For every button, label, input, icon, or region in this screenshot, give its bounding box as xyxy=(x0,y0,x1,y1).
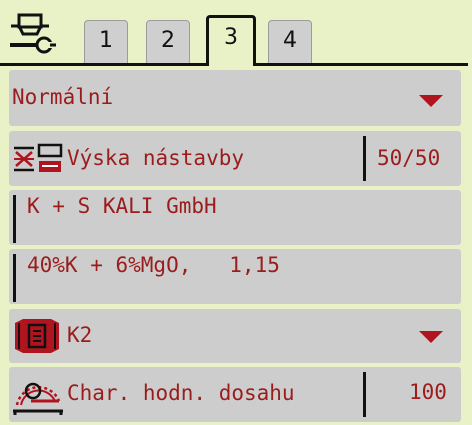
fertilizer-value: 40%K + 6%MgO, 1,15 xyxy=(27,253,280,277)
spreader-settings-icon xyxy=(10,13,58,54)
throw-range-icon xyxy=(13,382,63,415)
mode-select[interactable]: Normální xyxy=(9,70,461,126)
field-marker xyxy=(13,195,16,243)
tab-2[interactable]: 2 xyxy=(146,20,190,63)
mode-value: Normální xyxy=(12,85,114,109)
headland-height-label: Výska nástavby xyxy=(67,146,245,170)
manufacturer-field[interactable]: K + S KALI GmbH xyxy=(9,190,461,245)
header: 1 2 3 4 xyxy=(0,0,472,66)
tab-1[interactable]: 1 xyxy=(84,20,128,63)
divider xyxy=(363,136,366,181)
chevron-down-icon xyxy=(419,331,443,343)
throw-range-label: Char. hodn. dosahu xyxy=(67,381,295,405)
spreading-disc-icon xyxy=(15,319,59,353)
throw-range-field[interactable]: Char. hodn. dosahu 100 xyxy=(9,367,461,422)
field-marker xyxy=(13,254,16,302)
manufacturer-value: K + S KALI GmbH xyxy=(27,194,217,218)
chevron-down-icon xyxy=(419,95,443,107)
throw-range-value: 100 xyxy=(409,380,447,404)
tab-3[interactable]: 3 xyxy=(206,15,256,66)
disc-type-select[interactable]: K2 xyxy=(9,309,461,363)
fertilizer-field[interactable]: 40%K + 6%MgO, 1,15 xyxy=(9,249,461,304)
divider xyxy=(363,372,366,417)
disc-type-value: K2 xyxy=(67,323,93,347)
boundary-spread-icon xyxy=(12,142,66,176)
tab-4[interactable]: 4 xyxy=(268,20,312,63)
headland-height-value: 50/50 xyxy=(377,146,441,170)
headland-height-field[interactable]: Výska nástavby 50/50 xyxy=(9,131,461,186)
